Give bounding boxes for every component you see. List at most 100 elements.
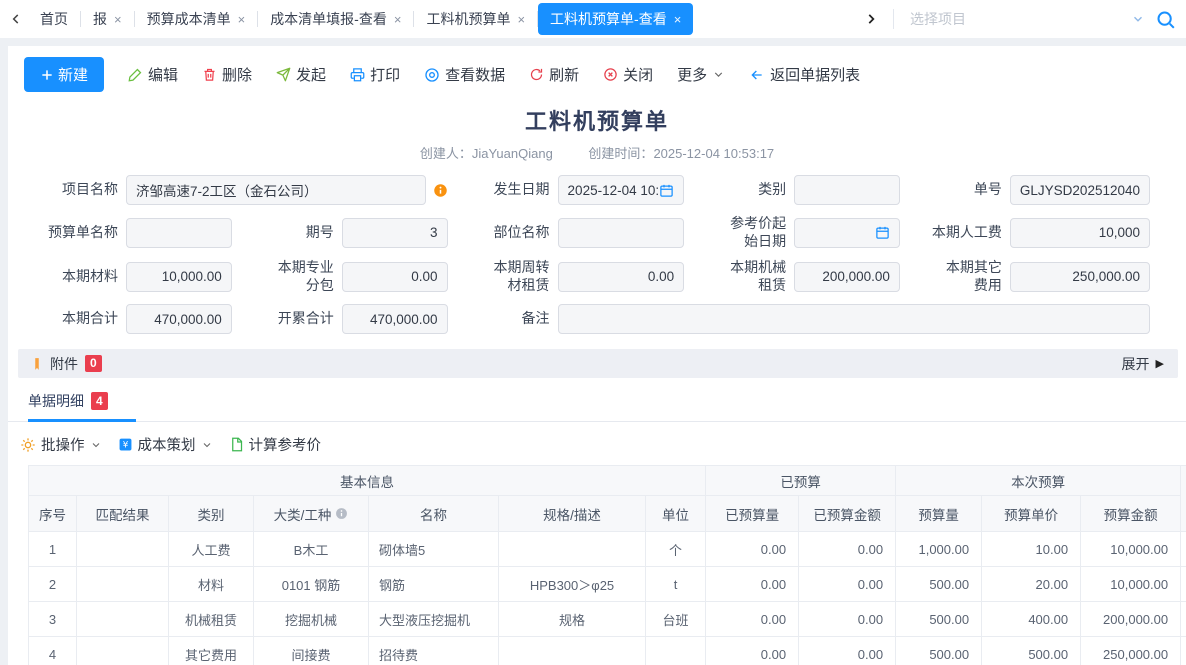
occur-date-input[interactable]: 2025-12-04 10: — [558, 175, 685, 205]
col-category: 类别 — [169, 496, 254, 532]
labor-cost-input[interactable]: 10,000 — [1010, 218, 1150, 248]
cost-plan-button[interactable]: ¥ 成本策划 — [118, 434, 213, 455]
calendar-icon[interactable] — [875, 225, 890, 240]
table-row[interactable]: 1人工费B木工砌体墙5个0.000.001,000.0010.0010,000.… — [29, 532, 1186, 567]
calendar-icon[interactable] — [659, 183, 674, 198]
period-total-input[interactable]: 470,000.00 — [126, 304, 232, 334]
tab-home[interactable]: 首页 — [28, 3, 80, 35]
cell-category: 人工费 — [169, 532, 254, 567]
header-form: 项目名称 济邹高速7-2工区（金石公司） 发生日期 2025-12-04 10:… — [8, 162, 1186, 335]
cell-budget-price: 20.00 — [982, 567, 1081, 602]
cell-budgeted-amount: 0.00 — [799, 567, 896, 602]
field-budget-name: 预算单名称 — [38, 215, 254, 250]
budget-name-input[interactable] — [126, 218, 232, 248]
field-other-cost: 本期其它 费用 250,000.00 — [922, 259, 1172, 294]
cell-match-result — [77, 602, 169, 637]
more-button[interactable]: 更多 — [677, 64, 725, 85]
new-button[interactable]: 新建 — [24, 57, 104, 92]
table-header-row: 序号 匹配结果 类别 大类/工种 名称 规格/描述 单位 已预算量 已预算金额 … — [29, 496, 1186, 532]
tab-close-icon[interactable]: × — [517, 12, 525, 27]
cell-major-class: 间接费 — [254, 637, 369, 665]
field-doc-no: 单号 GLJYSD202512040 — [922, 174, 1172, 206]
tab-glj-budget[interactable]: 工料机预算单× — [414, 3, 537, 35]
search-icon[interactable] — [1155, 9, 1176, 30]
calc-ref-price-button[interactable]: 计算参考价 — [229, 434, 322, 455]
period-no-input[interactable]: 3 — [342, 218, 448, 248]
detail-count-badge: 4 — [91, 392, 108, 409]
col-budgeted-amount: 已预算金额 — [799, 496, 896, 532]
col-match-result: 匹配结果 — [77, 496, 169, 532]
tab-budget-cost-list[interactable]: 预算成本清单× — [135, 3, 258, 35]
cell-match-result — [77, 532, 169, 567]
field-ref-price-date: 参考价起 始日期 — [706, 215, 922, 250]
part-name-input[interactable] — [558, 218, 685, 248]
cell-category: 其它费用 — [169, 637, 254, 665]
main-panel: 新建 编辑 删除 发起 打印 查看数据 刷新 关闭 — [8, 46, 1186, 665]
view-data-icon — [424, 67, 440, 83]
cell-major-class: 0101 钢筋 — [254, 567, 369, 602]
other-cost-input[interactable]: 250,000.00 — [1010, 262, 1150, 292]
machine-rent-input[interactable]: 200,000.00 — [794, 262, 900, 292]
project-select[interactable]: 选择项目 — [910, 9, 1145, 29]
tabs-scroll-right-icon[interactable] — [859, 12, 883, 26]
table-row[interactable]: 2材料0101 钢筋钢筋HPB300＞φ25t0.000.00500.0020.… — [29, 567, 1186, 602]
attachments-bar[interactable]: 附件 0 展开 ▶ — [18, 349, 1178, 378]
chevron-down-icon — [712, 68, 725, 81]
cell-budget-amount: 10,000.00 — [1081, 532, 1181, 567]
material-input[interactable]: 10,000.00 — [126, 262, 232, 292]
table-row[interactable]: 3机械租赁挖掘机械大型液压挖掘机规格台班0.000.00500.00400.00… — [29, 602, 1186, 637]
tab-glj-budget-view-active[interactable]: 工料机预算单-查看× — [538, 3, 693, 35]
turnover-rent-input[interactable]: 0.00 — [558, 262, 685, 292]
field-project-name: 项目名称 济邹高速7-2工区（金石公司） — [38, 174, 470, 206]
back-to-list-button[interactable]: 返回单据列表 — [749, 64, 860, 85]
close-button[interactable]: 关闭 — [603, 64, 653, 85]
batch-ops-button[interactable]: 批操作 — [20, 434, 102, 455]
cell-match-result — [77, 637, 169, 665]
cell-budget-qty: 1,000.00 — [896, 532, 982, 567]
detail-table: 基本信息 已预算 本次预算 序号 匹配结果 类别 大类/工种 名称 规格/描述 … — [28, 465, 1186, 665]
cell-seq: 2 — [29, 567, 77, 602]
tabs-scroll-left-icon[interactable] — [4, 12, 28, 26]
table-group-header-row: 基本信息 已预算 本次预算 — [29, 466, 1186, 496]
subcontract-input[interactable]: 0.00 — [342, 262, 448, 292]
divider — [893, 9, 894, 29]
view-data-button[interactable]: 查看数据 — [424, 64, 505, 85]
tab-close-icon[interactable]: × — [114, 12, 122, 27]
cumulative-total-input[interactable]: 470,000.00 — [342, 304, 448, 334]
tab-cost-list-view[interactable]: 成本清单填报-查看× — [258, 3, 413, 35]
tab-close-icon[interactable]: × — [394, 12, 402, 27]
launch-button[interactable]: 发起 — [276, 64, 326, 85]
group-current-budget: 本次预算 — [896, 466, 1181, 496]
refresh-button[interactable]: 刷新 — [529, 64, 579, 85]
col-major-class: 大类/工种 — [254, 496, 369, 532]
chevron-down-icon — [1131, 12, 1145, 26]
tab-close-icon[interactable]: × — [238, 12, 246, 27]
table-row[interactable]: 4其它费用间接费招待费0.000.00500.00500.00250,000.0… — [29, 637, 1186, 665]
cell-major-class: B木工 — [254, 532, 369, 567]
col-seq: 序号 — [29, 496, 77, 532]
field-period-no: 期号 3 — [254, 215, 470, 250]
info-icon[interactable] — [433, 183, 448, 198]
cell-name: 大型液压挖掘机 — [369, 602, 499, 637]
project-name-input[interactable]: 济邹高速7-2工区（金石公司） — [126, 175, 426, 205]
tab-close-icon[interactable]: × — [674, 12, 682, 27]
tab-truncated[interactable]: 报× — [81, 3, 134, 35]
tab-document-detail[interactable]: 单据明细 4 — [28, 391, 122, 421]
cell-budgeted-qty: 0.00 — [706, 532, 799, 567]
expand-button[interactable]: 展开 ▶ — [1122, 354, 1164, 374]
group-already-budgeted: 已预算 — [706, 466, 896, 496]
cell-name: 砌体墙5 — [369, 532, 499, 567]
delete-button[interactable]: 删除 — [202, 64, 252, 85]
col-budget-price: 预算单价 — [982, 496, 1081, 532]
col-budgeted-qty: 已预算量 — [706, 496, 799, 532]
info-icon[interactable] — [335, 507, 348, 520]
row-padding-cell — [1181, 637, 1186, 665]
doc-no-input[interactable]: GLJYSD202512040 — [1010, 175, 1150, 205]
edit-button[interactable]: 编辑 — [128, 64, 178, 85]
remark-input[interactable] — [558, 304, 1150, 334]
category-input[interactable] — [794, 175, 900, 205]
ref-price-date-input[interactable] — [794, 218, 900, 248]
print-button[interactable]: 打印 — [350, 64, 400, 85]
field-category: 类别 — [706, 174, 922, 206]
cell-budget-qty: 500.00 — [896, 637, 982, 665]
